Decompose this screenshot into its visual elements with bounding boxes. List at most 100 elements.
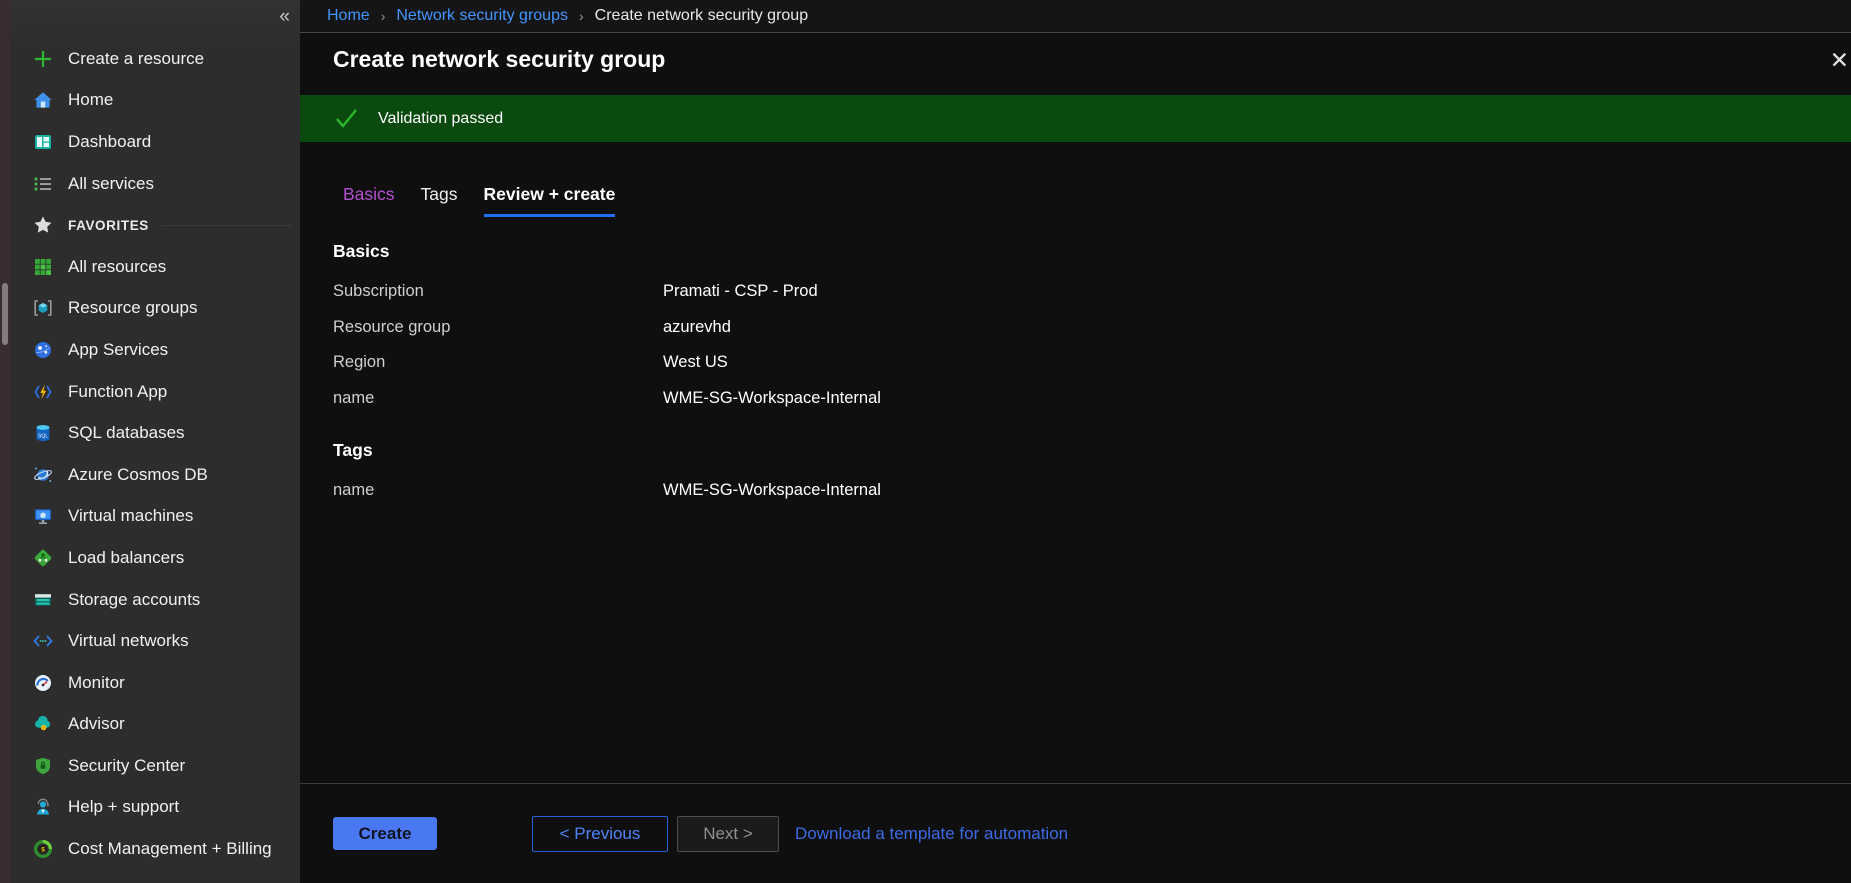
grid-icon xyxy=(32,256,54,278)
section-heading-basics: Basics xyxy=(333,241,1851,262)
validation-banner: Validation passed xyxy=(300,95,1851,142)
sidebar-item-label: All services xyxy=(68,174,154,194)
sidebar-nav: Create a resource Home Dashboard All ser… xyxy=(10,38,300,870)
sidebar-item-label: Load balancers xyxy=(68,548,184,568)
sidebar-item-resource-groups[interactable]: Resource groups xyxy=(10,288,300,330)
home-icon xyxy=(32,89,54,111)
row-label: Resource group xyxy=(333,318,663,337)
sidebar-item-sql-databases[interactable]: SQL SQL databases xyxy=(10,412,300,454)
summary-row-tag-name: name WME-SG-Workspace-Internal xyxy=(300,473,1851,509)
sidebar-item-dashboard[interactable]: Dashboard xyxy=(10,121,300,163)
row-label: name xyxy=(333,481,663,500)
breadcrumb-link-network-security-groups[interactable]: Network security groups xyxy=(396,7,568,25)
sidebar-item-help-support[interactable]: Help + support xyxy=(10,787,300,829)
sidebar-item-security-center[interactable]: Security Center xyxy=(10,745,300,787)
star-icon xyxy=(32,214,54,236)
summary-row-name: name WME-SG-Workspace-Internal xyxy=(300,381,1851,417)
validation-banner-text: Validation passed xyxy=(378,110,503,128)
create-button[interactable]: Create xyxy=(333,817,437,850)
sidebar-item-label: Cost Management + Billing xyxy=(68,839,272,859)
row-value: West US xyxy=(663,353,1851,372)
sidebar-section-favorites: FAVORITES xyxy=(10,204,300,246)
sidebar-item-function-app[interactable]: Function App xyxy=(10,371,300,413)
breadcrumb: Home › Network security groups › Create … xyxy=(300,0,1851,33)
sidebar-item-home[interactable]: Home xyxy=(10,80,300,122)
globe-icon xyxy=(32,339,54,361)
tab-basics[interactable]: Basics xyxy=(343,184,395,217)
sidebar: « Create a resource Home Dashboard All s… xyxy=(10,0,300,883)
sidebar-item-label: Home xyxy=(68,90,113,110)
row-value: WME-SG-Workspace-Internal xyxy=(663,389,1851,408)
row-value: azurevhd xyxy=(663,318,1851,337)
cube-icon xyxy=(32,297,54,319)
sidebar-item-load-balancers[interactable]: Load balancers xyxy=(10,537,300,579)
sidebar-item-create-a-resource[interactable]: Create a resource xyxy=(10,38,300,80)
tab-tags[interactable]: Tags xyxy=(421,184,458,217)
main-content: Home › Network security groups › Create … xyxy=(300,0,1851,883)
monitor-icon xyxy=(32,505,54,527)
previous-button[interactable]: < Previous xyxy=(532,816,668,852)
svg-text:$: $ xyxy=(41,846,45,853)
sidebar-item-label: Virtual machines xyxy=(68,506,193,526)
dashboard-icon xyxy=(32,131,54,153)
sidebar-collapse-icon[interactable]: « xyxy=(279,6,290,28)
list-icon xyxy=(32,173,54,195)
sidebar-item-label: Function App xyxy=(68,382,167,402)
breadcrumb-current: Create network security group xyxy=(595,7,808,25)
breadcrumb-separator: › xyxy=(381,8,386,24)
sidebar-item-storage-accounts[interactable]: Storage accounts xyxy=(10,579,300,621)
sidebar-item-app-services[interactable]: App Services xyxy=(10,329,300,371)
sidebar-item-azure-cosmos-db[interactable]: Azure Cosmos DB xyxy=(10,454,300,496)
sidebar-item-virtual-machines[interactable]: Virtual machines xyxy=(10,496,300,538)
checkmark-icon xyxy=(333,105,360,132)
row-label: name xyxy=(333,389,663,408)
sidebar-item-label: All resources xyxy=(68,257,166,277)
row-label: Region xyxy=(333,353,663,372)
breadcrumb-link-home[interactable]: Home xyxy=(327,7,370,25)
sidebar-item-all-resources[interactable]: All resources xyxy=(10,246,300,288)
summary-row-resource-group: Resource group azurevhd xyxy=(300,310,1851,346)
storage-icon xyxy=(32,589,54,611)
sidebar-item-label: SQL databases xyxy=(68,423,185,443)
row-value: Pramati - CSP - Prod xyxy=(663,282,1851,301)
plus-icon xyxy=(32,48,54,70)
sidebar-item-label: Virtual networks xyxy=(68,631,189,651)
page-header: Create network security group ✕ xyxy=(300,33,1851,85)
sidebar-item-monitor[interactable]: Monitor xyxy=(10,662,300,704)
scrollbar-thumb[interactable] xyxy=(2,283,8,345)
sidebar-item-label: Create a resource xyxy=(68,49,204,69)
gauge-icon xyxy=(32,672,54,694)
sidebar-section-label: FAVORITES xyxy=(68,218,149,233)
left-scrollbar[interactable] xyxy=(0,0,10,883)
sidebar-item-label: Azure Cosmos DB xyxy=(68,465,208,485)
shield-icon xyxy=(32,755,54,777)
sidebar-item-label: Security Center xyxy=(68,756,185,776)
sidebar-item-label: Resource groups xyxy=(68,298,197,318)
sidebar-item-all-services[interactable]: All services xyxy=(10,163,300,205)
sidebar-item-label: App Services xyxy=(68,340,168,360)
sidebar-item-advisor[interactable]: Advisor xyxy=(10,704,300,746)
sidebar-item-virtual-networks[interactable]: Virtual networks xyxy=(10,620,300,662)
row-value: WME-SG-Workspace-Internal xyxy=(663,481,1851,500)
breadcrumb-separator: › xyxy=(579,8,584,24)
close-icon[interactable]: ✕ xyxy=(1830,47,1849,74)
page-title: Create network security group xyxy=(333,46,665,73)
lightning-icon xyxy=(32,381,54,403)
sidebar-item-label: Storage accounts xyxy=(68,590,200,610)
planet-icon xyxy=(32,464,54,486)
wizard-tabs: Basics Tags Review + create xyxy=(343,184,1851,217)
network-icon xyxy=(32,630,54,652)
sidebar-item-cost-management-billing[interactable]: $ Cost Management + Billing xyxy=(10,828,300,870)
person-icon xyxy=(32,796,54,818)
svg-text:SQL: SQL xyxy=(38,434,48,440)
next-button: Next > xyxy=(677,816,779,852)
sidebar-item-label: Monitor xyxy=(68,673,125,693)
wizard-footer: Create < Previous Next > Download a temp… xyxy=(300,783,1851,883)
favorites-divider xyxy=(161,225,292,226)
tab-review-create[interactable]: Review + create xyxy=(484,184,616,217)
balancer-icon xyxy=(32,547,54,569)
download-template-link[interactable]: Download a template for automation xyxy=(795,824,1068,844)
summary-row-region: Region West US xyxy=(300,345,1851,381)
row-label: Subscription xyxy=(333,282,663,301)
section-heading-tags: Tags xyxy=(333,440,1851,461)
